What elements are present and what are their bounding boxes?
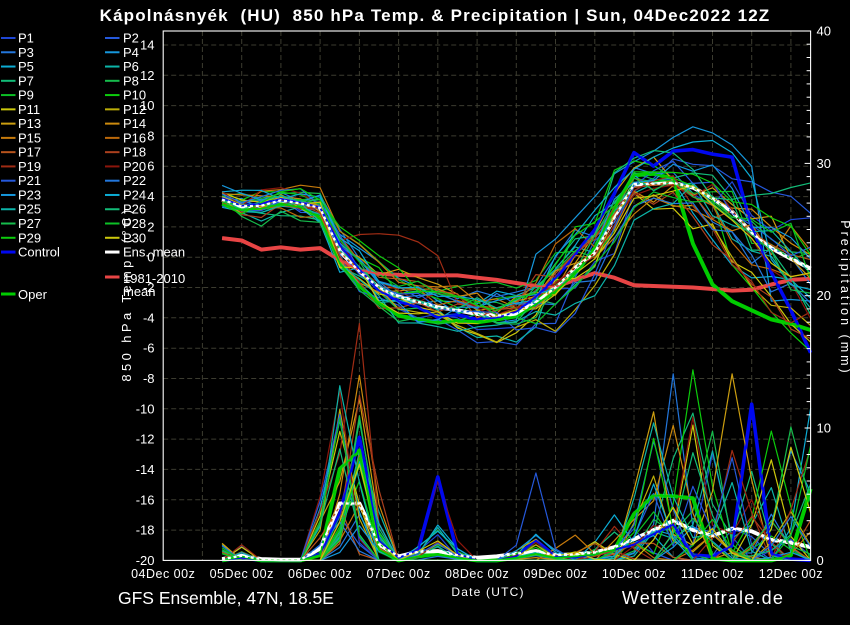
svg-text:-20: -20 xyxy=(136,553,155,568)
svg-text:P2: P2 xyxy=(123,31,139,46)
svg-text:12Dec 00z: 12Dec 00z xyxy=(759,567,823,581)
svg-text:20: 20 xyxy=(817,288,831,303)
svg-text:P28: P28 xyxy=(123,216,146,231)
svg-text:P4: P4 xyxy=(123,45,139,60)
svg-text:4: 4 xyxy=(147,189,154,204)
svg-text:P12: P12 xyxy=(123,102,146,117)
svg-text:P10: P10 xyxy=(123,88,146,103)
svg-text:P15: P15 xyxy=(18,130,41,145)
svg-text:06Dec 00z: 06Dec 00z xyxy=(288,567,352,581)
svg-text:0: 0 xyxy=(817,553,824,568)
svg-text:Date (UTC): Date (UTC) xyxy=(451,585,524,599)
svg-text:-4: -4 xyxy=(143,310,155,325)
svg-text:P27: P27 xyxy=(18,216,41,231)
svg-text:P29: P29 xyxy=(18,230,41,245)
svg-text:Wetterzentrale.de: Wetterzentrale.de xyxy=(622,588,784,608)
svg-text:08Dec 00z: 08Dec 00z xyxy=(445,567,509,581)
svg-text:P25: P25 xyxy=(18,202,41,217)
svg-text:P22: P22 xyxy=(123,173,146,188)
svg-text:12: 12 xyxy=(140,68,154,83)
svg-text:P23: P23 xyxy=(18,188,41,203)
svg-text:14: 14 xyxy=(140,38,154,53)
svg-text:04Dec 00z: 04Dec 00z xyxy=(131,567,195,581)
svg-text:GFS Ensemble, 47N, 18.5E: GFS Ensemble, 47N, 18.5E xyxy=(118,588,334,608)
svg-text:P11: P11 xyxy=(18,102,40,117)
svg-text:P1: P1 xyxy=(18,31,34,46)
svg-text:8: 8 xyxy=(147,128,154,143)
svg-text:P20: P20 xyxy=(123,159,146,174)
svg-text:07Dec 00z: 07Dec 00z xyxy=(366,567,430,581)
svg-text:P3: P3 xyxy=(18,45,34,60)
svg-text:mean: mean xyxy=(123,284,156,299)
svg-text:P14: P14 xyxy=(123,116,146,131)
svg-text:-14: -14 xyxy=(136,462,155,477)
svg-text:-6: -6 xyxy=(143,341,155,356)
svg-text:-12: -12 xyxy=(136,432,155,447)
svg-text:09Dec 00z: 09Dec 00z xyxy=(523,567,587,581)
svg-text:30: 30 xyxy=(817,156,831,171)
svg-text:P6: P6 xyxy=(123,59,139,74)
svg-text:Control: Control xyxy=(18,245,60,260)
svg-text:P9: P9 xyxy=(18,88,34,103)
svg-text:P30: P30 xyxy=(123,230,146,245)
svg-text:P8: P8 xyxy=(123,73,139,88)
svg-text:11Dec 00z: 11Dec 00z xyxy=(681,567,744,581)
svg-text:P17: P17 xyxy=(18,145,41,160)
svg-text:05Dec 00z: 05Dec 00z xyxy=(210,567,274,581)
svg-text:-18: -18 xyxy=(136,523,155,538)
svg-text:P26: P26 xyxy=(123,202,146,217)
svg-text:2: 2 xyxy=(147,219,154,234)
svg-text:P19: P19 xyxy=(18,159,41,174)
svg-text:P21: P21 xyxy=(18,173,41,188)
svg-text:40: 40 xyxy=(817,24,831,39)
svg-text:P13: P13 xyxy=(18,116,41,131)
svg-text:10Dec 00z: 10Dec 00z xyxy=(602,567,666,581)
svg-text:10: 10 xyxy=(817,421,831,436)
svg-text:-10: -10 xyxy=(136,401,155,416)
svg-text:Precipitation (mm): Precipitation (mm) xyxy=(838,220,850,375)
svg-text:P5: P5 xyxy=(18,59,34,74)
svg-text:6: 6 xyxy=(147,159,154,174)
svg-text:Oper: Oper xyxy=(18,287,48,302)
svg-text:P18: P18 xyxy=(123,145,146,160)
svg-text:Kápolnásnyék (HU) 850 hPa Te: Kápolnásnyék (HU) 850 hPa Temp. & Precip… xyxy=(100,6,771,25)
svg-text:P16: P16 xyxy=(123,130,146,145)
svg-text:Ens. mean: Ens. mean xyxy=(123,245,185,260)
svg-text:P7: P7 xyxy=(18,73,34,88)
svg-text:-8: -8 xyxy=(143,371,155,386)
svg-text:-16: -16 xyxy=(136,492,155,507)
svg-text:P24: P24 xyxy=(123,188,146,203)
